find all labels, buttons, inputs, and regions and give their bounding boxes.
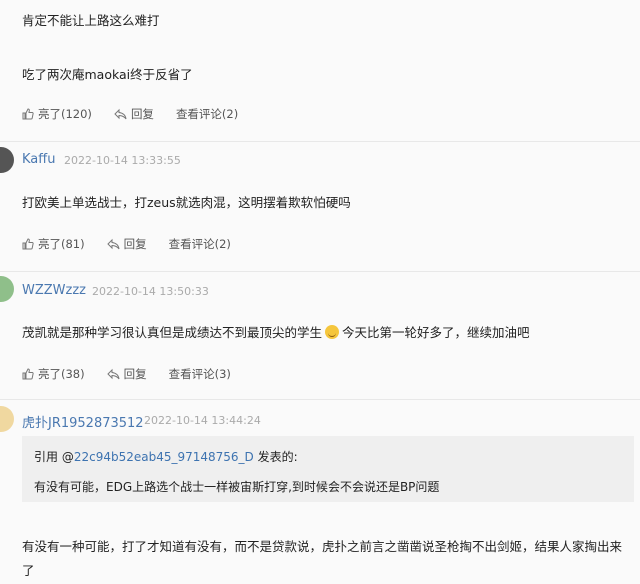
view-replies-button[interactable]: 查看评论(3) — [169, 366, 231, 382]
like-button[interactable]: 亮了(38) — [22, 366, 85, 382]
view-replies-button[interactable]: 查看评论(2) — [176, 106, 238, 122]
quote-block: 引用 @22c94b52eab45_97148756_D 发表的: 有没有可能，… — [22, 436, 634, 502]
comment-4: 虎扑JR1952873512 2022-10-14 13:44:24 引用 @2… — [0, 400, 640, 584]
comment-text-line: 肯定不能让上路这么难打 — [22, 13, 160, 28]
view-replies-button[interactable]: 查看评论(2) — [169, 236, 231, 252]
reply-icon — [106, 238, 120, 250]
quote-header: 引用 @22c94b52eab45_97148756_D 发表的: — [34, 448, 298, 465]
timestamp: 2022-10-14 13:33:55 — [64, 154, 181, 167]
quote-prefix: 引用 @ — [34, 450, 74, 464]
username[interactable]: Kaffu — [22, 152, 55, 167]
thumbs-up-icon — [22, 368, 34, 380]
thumbs-up-icon — [22, 108, 34, 120]
avatar[interactable] — [0, 147, 14, 173]
like-label: 亮了(38) — [38, 367, 85, 381]
comment-text-line: 了 — [22, 563, 35, 578]
avatar[interactable] — [0, 276, 14, 302]
quote-text: 有没有可能，EDG上路选个战士一样被宙斯打穿,到时候会不会说还是BP问题 — [34, 480, 440, 494]
comment-text-part: 今天比第一轮好多了，继续加油吧 — [342, 325, 530, 340]
laughing-emoji-icon — [325, 325, 340, 339]
reply-button[interactable]: 回复 — [106, 236, 147, 252]
view-replies-label: 查看评论(2) — [175, 107, 239, 121]
view-replies-label: 查看评论(3) — [168, 367, 231, 381]
like-button[interactable]: 亮了(120) — [22, 106, 92, 122]
view-replies-label: 查看评论(2) — [168, 237, 231, 251]
username[interactable]: 虎扑JR1952873512 — [22, 412, 144, 431]
quoted-user-link[interactable]: 22c94b52eab45_97148756_D — [74, 450, 254, 464]
comment-1: 肯定不能让上路这么难打 吃了两次庵maokai终于反省了 亮了(120) 回复 … — [0, 0, 640, 141]
reply-label: 回复 — [123, 367, 147, 381]
reply-icon — [114, 108, 127, 120]
timestamp: 2022-10-14 13:50:33 — [92, 285, 209, 298]
thumbs-up-icon — [22, 238, 34, 250]
comment-2: Kaffu 2022-10-14 13:33:55 打欧美上单选战士，打zeus… — [0, 142, 640, 271]
avatar[interactable] — [0, 406, 14, 432]
username[interactable]: WZZWzzz — [22, 283, 86, 298]
like-button[interactable]: 亮了(81) — [22, 236, 85, 252]
reply-label: 回复 — [123, 237, 147, 251]
reply-icon — [106, 368, 120, 380]
like-label: 亮了(81) — [38, 237, 85, 251]
comment-text: 茂凯就是那种学习很认真但是成绩达不到最顶尖的学生 今天比第一轮好多了，继续加油吧 — [22, 322, 530, 341]
comment-text: 打欧美上单选战士，打zeus就选肉混，这明摆着欺软怕硬吗 — [22, 195, 351, 210]
like-label: 亮了(120) — [38, 107, 92, 121]
reply-label: 回复 — [130, 107, 154, 121]
comment-actions: 亮了(81) 回复 查看评论(2) — [22, 236, 253, 252]
reply-button[interactable]: 回复 — [114, 106, 154, 122]
timestamp: 2022-10-14 13:44:24 — [144, 414, 261, 427]
comment-text-line: 吃了两次庵maokai终于反省了 — [22, 67, 193, 82]
reply-button[interactable]: 回复 — [106, 366, 147, 382]
comment-text-line: 有没有一种可能，打了才知道有没有，而不是贷款说，虎扑之前言之凿凿说圣枪掏不出剑姬… — [22, 539, 623, 554]
comment-3: WZZWzzz 2022-10-14 13:50:33 茂凯就是那种学习很认真但… — [0, 272, 640, 399]
comment-actions: 亮了(120) 回复 查看评论(2) — [22, 106, 260, 122]
quote-suffix: 发表的: — [253, 450, 298, 464]
comment-actions: 亮了(38) 回复 查看评论(3) — [22, 366, 253, 382]
comment-text-part: 茂凯就是那种学习很认真但是成绩达不到最顶尖的学生 — [22, 325, 323, 340]
